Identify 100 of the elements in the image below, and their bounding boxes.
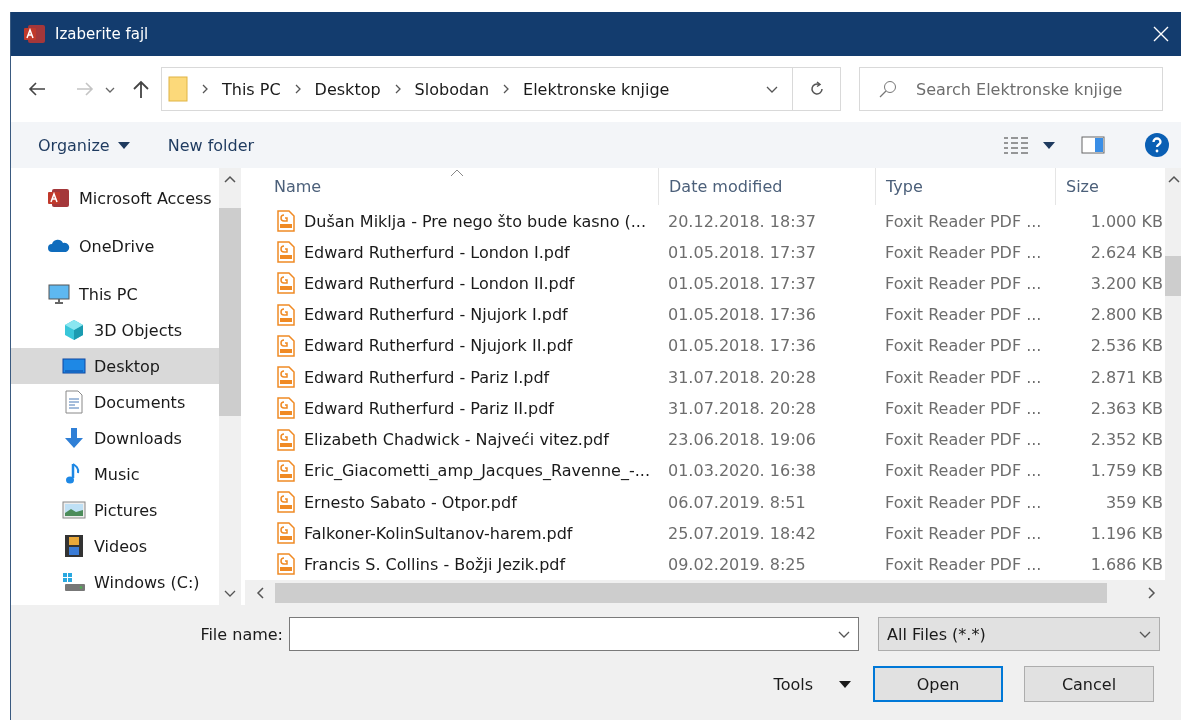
file-name[interactable]: Eric_Giacometti_amp_Jacques_Ravenne_-... [245, 459, 658, 482]
address-bar[interactable]: This PC Desktop Slobodan Elektronske knjige [161, 67, 793, 111]
scrollbar[interactable] [219, 168, 241, 605]
film-icon [62, 534, 86, 558]
pdf-file-icon [276, 397, 296, 420]
picture-icon [62, 498, 86, 522]
size-cell-text: 359 KB [1104, 492, 1164, 512]
type-cell-text: Foxit Reader PDF ... [884, 274, 1043, 293]
file-name[interactable]: Edward Rutherfurd - Njujork II.pdf [245, 334, 658, 357]
date-cell-text: 01.05.2018. 17:36 [667, 305, 817, 325]
pdf-file-icon [276, 459, 296, 482]
sidebar-item[interactable]: Pictures [11, 492, 219, 528]
close-icon[interactable] [1153, 26, 1169, 42]
type-cell-text: Foxit Reader PDF ... [884, 242, 1043, 262]
sidebar-item[interactable]: Windows (C:) [11, 564, 219, 600]
file-name[interactable]: Francis S. Collins - Božji Jezik.pdf [245, 553, 658, 576]
cancel-button[interactable]: Cancel [1024, 666, 1154, 702]
type-cell-text: Foxit Reader PDF ... [884, 461, 1043, 481]
size-cell-text: 2.536 KB [1089, 336, 1164, 356]
type-cell-text: Foxit Reader PDF ... [884, 430, 1043, 450]
file-name[interactable]: Dušan Miklja - Pre nego što bude kasno (... [245, 210, 658, 233]
file-name[interactable]: Falkoner-KolinSultanov-harem.pdf [245, 522, 658, 545]
file-name-label: File name: [200, 624, 283, 644]
file-name-field[interactable] [289, 617, 859, 651]
type-cell-text: Foxit Reader PDF ... [884, 211, 1043, 231]
window-title: Izaberite fajl [55, 25, 150, 43]
date-cell-text: 31.07.2018. 20:28 [667, 398, 817, 418]
file-name[interactable]: Edward Rutherfurd - London I.pdf [245, 241, 658, 264]
column-header[interactable]: Type [875, 168, 1055, 206]
sidebar-item[interactable]: Videos [11, 528, 219, 564]
size-cell-text: 1.686 KB [1089, 554, 1164, 574]
file-name[interactable]: Edward Rutherfurd - London II.pdf [245, 272, 658, 295]
type-cell-text: Foxit Reader PDF ... [884, 523, 1043, 543]
scrollbar[interactable] [245, 580, 1181, 605]
file-name[interactable]: Elizabeth Chadwick - Najveći vitez.pdf [245, 428, 658, 451]
file-type-dropdown[interactable]: All Files (*.*) [878, 617, 1160, 651]
pdf-file-icon [276, 491, 296, 513]
type-cell-text: Foxit Reader PDF ... [884, 492, 1043, 512]
breadcrumb-item[interactable]: This PC [222, 79, 281, 99]
sidebar-item[interactable]: Desktop [11, 348, 219, 384]
file-name[interactable]: Edward Rutherfurd - Pariz II.pdf [245, 397, 658, 420]
sidebar-item[interactable]: Downloads [11, 420, 219, 456]
sidebar-item[interactable]: Microsoft Access [11, 180, 219, 216]
breadcrumb-item[interactable]: Elektronske knjige [523, 79, 670, 99]
sidebar-item[interactable]: This PC [11, 276, 219, 312]
scrollbar-thumb[interactable] [275, 582, 1107, 603]
tools-button[interactable]: Tools [773, 674, 851, 694]
sidebar-item[interactable]: OneDrive [11, 228, 219, 264]
date-cell-text: 31.07.2018. 20:28 [667, 367, 817, 387]
file-name[interactable]: Ernesto Sabato - Otpor.pdf [245, 491, 658, 513]
download-arrow-icon [62, 426, 86, 450]
type-cell-text: Foxit Reader PDF ... [884, 336, 1043, 356]
organize-button[interactable]: Organize [38, 135, 130, 155]
size-cell-text: 2.624 KB [1089, 242, 1164, 262]
folder-icon [168, 76, 188, 102]
new-folder-button[interactable]: New folder [167, 135, 255, 155]
sidebar-item[interactable]: Documents [11, 384, 219, 420]
preview-pane-icon [1081, 136, 1105, 154]
date-cell-text: 20.12.2018. 18:37 [667, 211, 817, 231]
sort-caret-icon [450, 168, 464, 178]
scroll-right-icon[interactable] [1145, 586, 1157, 599]
refresh-button[interactable] [793, 67, 841, 111]
view-options-button[interactable] [1003, 136, 1055, 154]
size-cell-text: 1.000 KB [1089, 211, 1164, 231]
caret-icon [117, 141, 130, 149]
chevron-right-icon [200, 84, 210, 94]
size-cell-text: 2.363 KB [1089, 398, 1164, 418]
size-cell-text: 2.871 KB [1089, 367, 1164, 387]
document-icon [62, 390, 86, 414]
scroll-left-icon[interactable] [255, 586, 267, 599]
size-cell-text: 2.352 KB [1089, 430, 1164, 450]
scrollbar[interactable] [1165, 168, 1181, 580]
scrollbar-thumb[interactable] [219, 207, 241, 416]
size-cell-text: 1.759 KB [1089, 461, 1164, 481]
date-cell-text: 23.06.2018. 19:06 [667, 430, 817, 450]
help-button[interactable] [1145, 133, 1169, 157]
preview-pane-button[interactable] [1081, 136, 1105, 154]
column-header[interactable]: Date modified [658, 168, 875, 206]
pdf-file-icon [276, 553, 296, 576]
up-arrow-icon[interactable] [131, 79, 151, 99]
column-header[interactable]: Name [245, 168, 658, 206]
search-field[interactable]: Search Elektronske knjige [859, 67, 1163, 111]
open-button[interactable]: Open [873, 666, 1003, 702]
pdf-file-icon [276, 522, 296, 545]
scrollbar-thumb[interactable] [1165, 256, 1181, 296]
date-cell-text: 09.02.2019. 8:25 [667, 554, 807, 574]
type-cell-text: Foxit Reader PDF ... [884, 305, 1043, 325]
caret-icon [839, 680, 851, 688]
type-cell-text: Foxit Reader PDF ... [884, 367, 1043, 387]
details-view-icon [1003, 136, 1029, 154]
file-name[interactable]: Edward Rutherfurd - Njujork I.pdf [245, 303, 658, 326]
sidebar-item[interactable]: Music [11, 456, 219, 492]
sidebar-item[interactable]: 3D Objects [11, 312, 219, 348]
drive-icon [62, 570, 86, 594]
breadcrumb-item[interactable]: Desktop [314, 79, 381, 99]
date-cell-text: 01.05.2018. 17:37 [667, 242, 817, 262]
type-cell-text: Foxit Reader PDF ... [884, 398, 1043, 418]
breadcrumb-item[interactable]: Slobodan [414, 79, 490, 99]
file-name[interactable]: Edward Rutherfurd - Pariz I.pdf [245, 366, 658, 389]
pdf-file-icon [276, 334, 296, 357]
